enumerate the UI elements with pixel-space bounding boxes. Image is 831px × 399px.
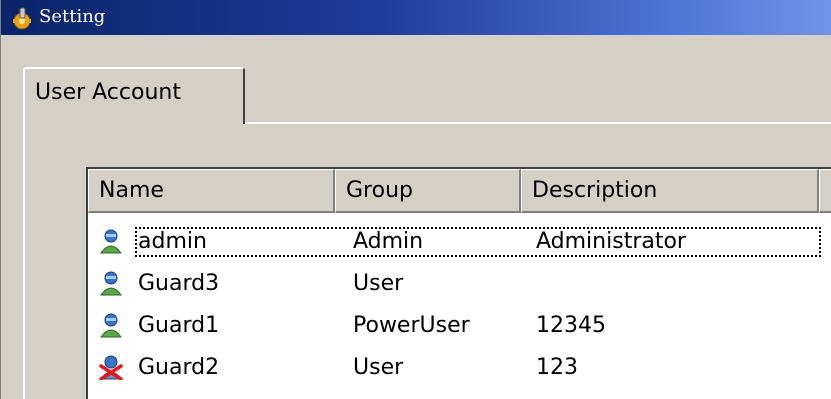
- title-bar[interactable]: Setting: [1, 0, 831, 35]
- column-header-filler: [819, 169, 831, 213]
- user-description: Administrator: [536, 229, 686, 254]
- user-description: 12345: [536, 313, 606, 338]
- user-group: PowerUser: [353, 313, 470, 338]
- column-header-name[interactable]: Name: [88, 169, 335, 213]
- user-description: 123: [536, 355, 578, 380]
- tab-user-account[interactable]: User Account: [23, 67, 245, 124]
- user-name: Guard3: [138, 271, 220, 296]
- column-header-group[interactable]: Group: [335, 169, 521, 213]
- user-group: User: [353, 355, 404, 380]
- settings-window: Setting User Account Name Group Descript…: [0, 0, 831, 399]
- window-title: Setting: [39, 6, 106, 27]
- tab-user-account-label: User Account: [35, 80, 181, 105]
- user-disabled-icon: [99, 355, 123, 380]
- tab-panel-left-border: [23, 124, 25, 399]
- user-list[interactable]: Name Group Description admin Admin Admin…: [86, 167, 831, 399]
- user-icon: [100, 229, 122, 254]
- app-gear-icon: [13, 7, 31, 30]
- tab-panel-border: [245, 122, 831, 124]
- user-icon: [100, 313, 122, 338]
- user-group: User: [353, 271, 404, 296]
- user-icon: [100, 271, 122, 296]
- user-name: Guard2: [138, 355, 220, 380]
- user-name: admin: [138, 229, 207, 254]
- list-header: Name Group Description: [88, 169, 831, 213]
- row-focus-outline: [135, 227, 821, 257]
- user-row-guard3[interactable]: Guard3 User: [88, 266, 831, 302]
- user-row-guard2[interactable]: Guard2 User 123: [88, 350, 831, 386]
- user-row-admin[interactable]: admin Admin Administrator: [88, 224, 831, 260]
- user-group: Admin: [353, 229, 424, 254]
- column-header-description[interactable]: Description: [521, 169, 819, 213]
- user-row-guard1[interactable]: Guard1 PowerUser 12345: [88, 308, 831, 344]
- user-name: Guard1: [138, 313, 220, 338]
